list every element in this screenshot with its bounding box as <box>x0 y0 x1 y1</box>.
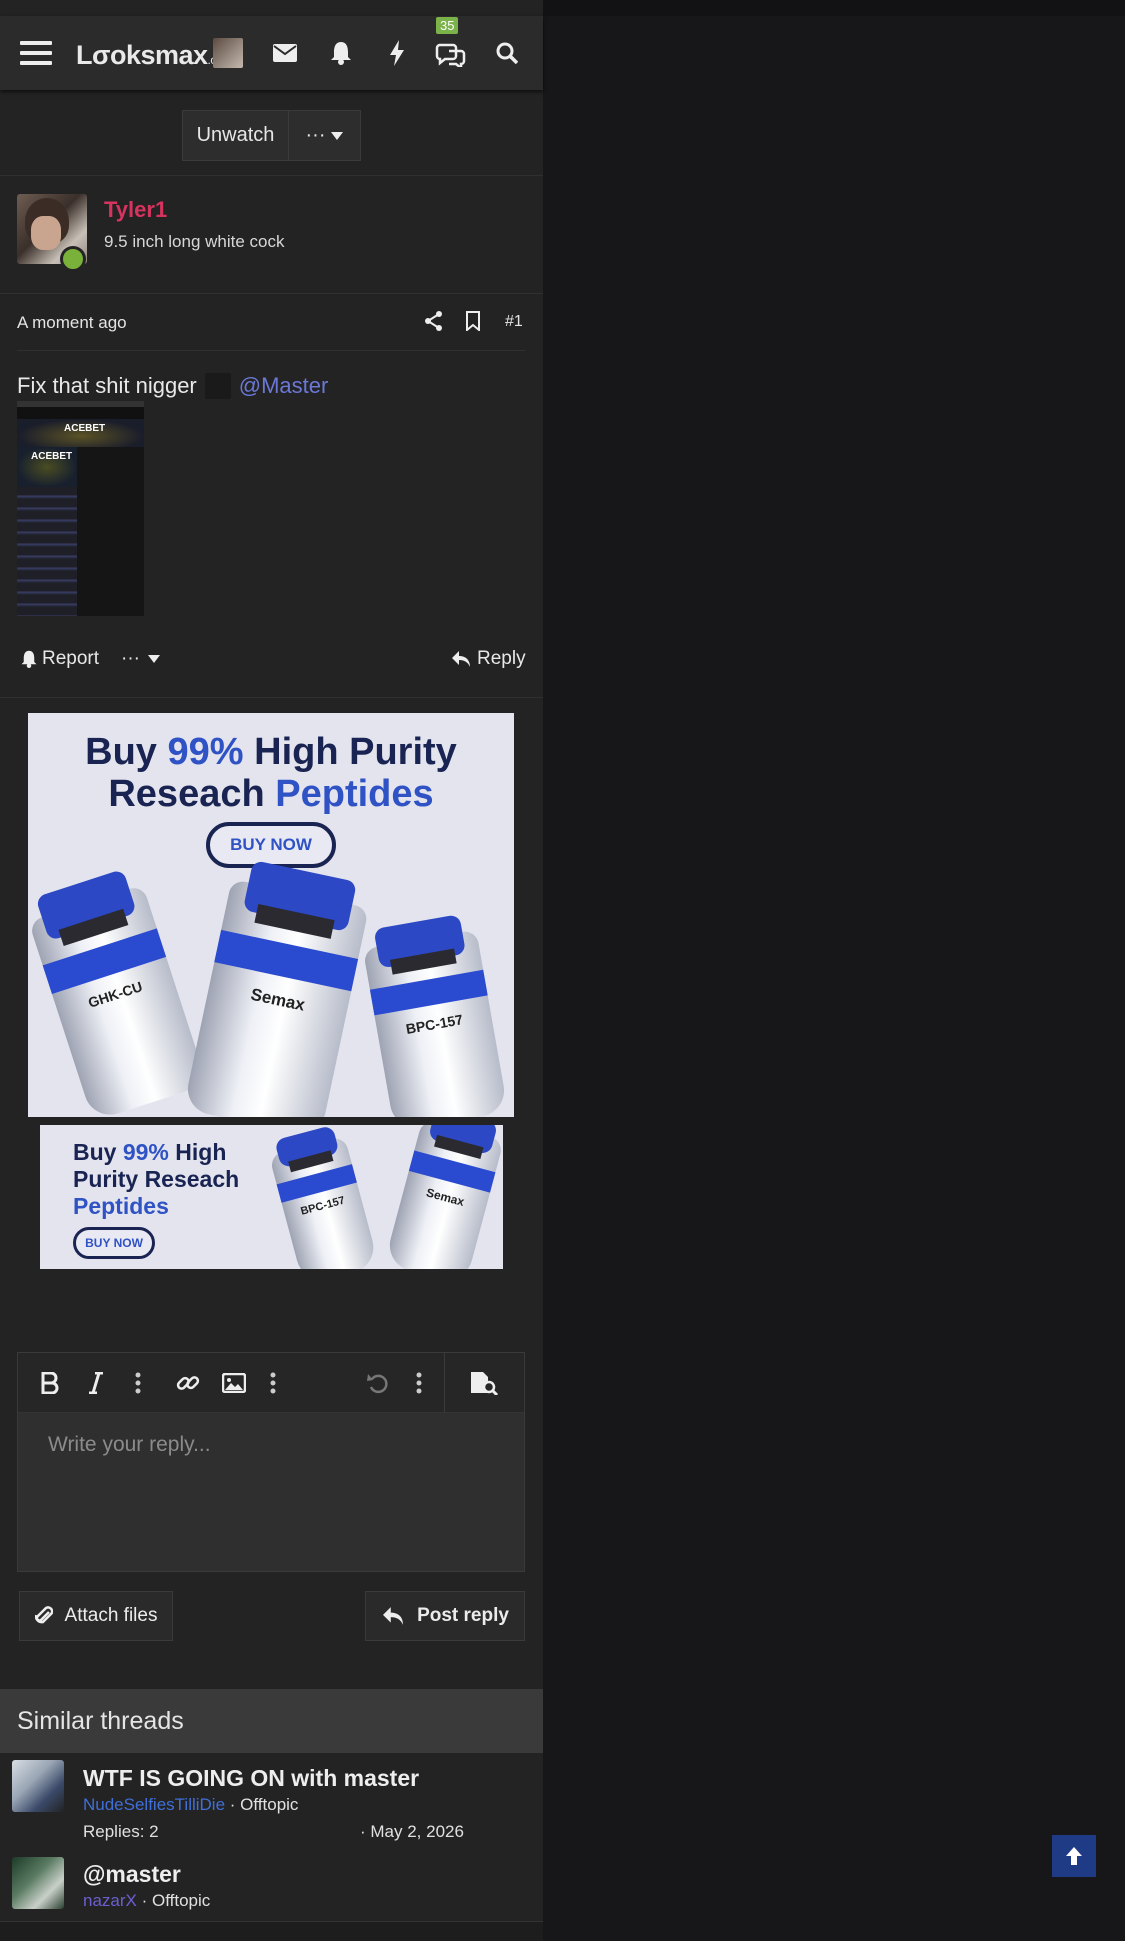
reply-button[interactable]: Reply <box>451 648 526 670</box>
site-logo[interactable]: Lσoksmax.org <box>76 40 227 71</box>
thread-avatar[interactable] <box>12 1857 64 1909</box>
vial-image: BPC-157 <box>268 1125 380 1269</box>
reply-editor: Write your reply... <box>17 1352 525 1572</box>
ellipsis-label: ··· <box>305 124 326 146</box>
report-button[interactable]: Report <box>20 648 99 670</box>
mention-link[interactable]: @Master <box>239 373 329 399</box>
conversations-badge: 35 <box>436 17 459 34</box>
ad-buy-button[interactable]: BUY NOW <box>206 822 336 868</box>
reply-icon <box>383 1607 404 1625</box>
thread-replies: Replies: 2 <box>83 1822 159 1841</box>
divider <box>0 175 543 176</box>
image-icon[interactable] <box>216 1353 252 1413</box>
post-reply-label: Post reply <box>417 1605 509 1626</box>
thread-author[interactable]: NudeSelfiesTilliDie <box>83 1795 225 1814</box>
editor-toolbar <box>18 1353 524 1413</box>
report-label: Report <box>42 648 100 669</box>
divider <box>17 350 525 351</box>
unwatch-button[interactable]: Unwatch <box>183 111 288 160</box>
attachment-thumbnail[interactable]: ACEBET ACEBET <box>17 401 144 616</box>
attachment-text: ACEBET <box>31 451 73 462</box>
more-vertical-icon[interactable] <box>126 1353 150 1413</box>
vial-image: Semax <box>384 1125 503 1269</box>
scroll-to-top-button[interactable] <box>1052 1835 1096 1877</box>
italic-icon[interactable] <box>78 1353 114 1413</box>
divider <box>0 293 543 294</box>
reply-input[interactable]: Write your reply... <box>48 1433 211 1457</box>
bell-icon <box>21 650 37 668</box>
vial-image: Semax <box>183 859 369 1117</box>
divider <box>0 697 543 698</box>
undo-icon[interactable] <box>360 1353 396 1413</box>
bookmark-icon[interactable] <box>465 311 481 336</box>
similar-threads-heading: Similar threads <box>0 1689 543 1753</box>
page: Lσoksmax.org 35 Unwatch <box>0 0 1125 1941</box>
post-body: Fix that shit nigger @Master <box>17 373 328 399</box>
ad-headline: Buy 99% High Purity Reseach Peptides <box>73 1139 240 1219</box>
share-icon[interactable] <box>424 311 444 336</box>
vial-image: BPC-157 <box>362 913 509 1117</box>
link-icon[interactable] <box>170 1353 206 1413</box>
post-text: Fix that shit nigger <box>17 373 197 398</box>
thread-title[interactable]: WTF IS GOING ON with master <box>83 1765 419 1792</box>
bold-icon[interactable] <box>32 1353 68 1413</box>
arrow-up-icon <box>1066 1847 1082 1865</box>
post-reply-button[interactable]: Post reply <box>365 1591 525 1641</box>
thread-forum[interactable]: · Offtopic <box>142 1891 211 1910</box>
content-column: Lσoksmax.org 35 Unwatch <box>0 0 543 1941</box>
envelope-icon[interactable] <box>268 16 302 90</box>
paperclip-icon <box>34 1606 53 1624</box>
vial-image: GHK-CU <box>28 869 208 1117</box>
thread-more-button[interactable]: ··· <box>288 111 360 160</box>
ad-banner-small[interactable]: Buy 99% High Purity Reseach Peptides BUY… <box>40 1125 503 1269</box>
ad-banner-large[interactable]: Buy 99% High Purity Reseach Peptides BUY… <box>28 713 514 1117</box>
bottom-bar <box>0 1921 543 1941</box>
attach-files-label: Attach files <box>64 1605 158 1626</box>
online-indicator <box>60 246 86 272</box>
attach-files-button[interactable]: Attach files <box>19 1591 173 1641</box>
site-header: Lσoksmax.org <box>0 16 543 90</box>
ad-headline: Buy 99% High Purity Reseach Peptides <box>85 731 457 815</box>
bolt-icon[interactable] <box>380 16 414 90</box>
thread-meta: NudeSelfiesTilliDie · Offtopic <box>83 1795 298 1815</box>
ellipsis-label: ··· <box>121 648 140 669</box>
caret-down-icon <box>331 131 344 140</box>
thread-forum[interactable]: · Offtopic <box>230 1795 299 1814</box>
more-vertical-icon[interactable] <box>407 1353 431 1413</box>
caret-down-icon <box>147 655 160 663</box>
thread-avatar[interactable] <box>12 1760 64 1812</box>
preview-icon[interactable] <box>464 1353 504 1413</box>
post-username[interactable]: Tyler1 <box>104 197 167 223</box>
post-more-button[interactable]: ··· <box>121 648 160 670</box>
mention-avatar <box>204 373 231 399</box>
more-vertical-icon[interactable] <box>261 1353 285 1413</box>
toolbar-divider <box>444 1353 445 1413</box>
thread-author[interactable]: nazarX <box>83 1891 137 1910</box>
attachment-text: ACEBET <box>64 423 106 434</box>
search-icon[interactable] <box>490 16 524 90</box>
thread-meta: nazarX · Offtopic <box>83 1891 210 1911</box>
thread-date: · May 2, 2026 <box>360 1822 464 1841</box>
user-title: 9.5 inch long white cock <box>104 232 285 251</box>
reply-label: Reply <box>477 648 526 669</box>
reply-icon <box>452 651 470 667</box>
menu-icon[interactable] <box>14 16 58 90</box>
thread-title[interactable]: @master <box>83 1861 181 1888</box>
post-number[interactable]: #1 <box>505 313 523 331</box>
ad-buy-button[interactable]: BUY NOW <box>73 1227 155 1259</box>
post-time[interactable]: A moment ago <box>17 313 127 333</box>
bell-icon[interactable] <box>324 16 358 90</box>
avatar[interactable] <box>212 16 244 90</box>
thread-actions: Unwatch ··· <box>182 110 361 161</box>
